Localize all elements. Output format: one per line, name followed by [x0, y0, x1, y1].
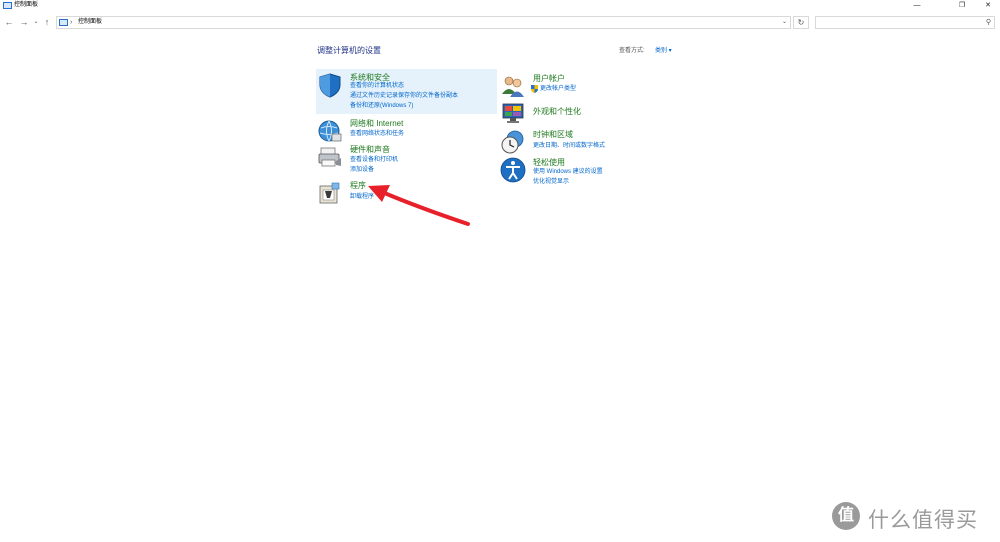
navigation-bar: ← → ⌄ ↑ › 控制面板 ⌄ ↻ ⚲ — [0, 13, 1000, 33]
close-button[interactable]: ✕ — [976, 0, 1000, 11]
control-panel-icon — [3, 2, 12, 9]
link-network-status[interactable]: 查看网络状态和任务 — [350, 130, 404, 138]
recent-locations-button[interactable]: ⌄ — [31, 16, 41, 28]
view-by-label: 查看方式: — [619, 48, 645, 54]
address-bar[interactable]: › 控制面板 ⌄ — [56, 16, 791, 29]
window-title: 控制面板 — [14, 2, 39, 8]
uac-shield-icon — [531, 85, 538, 93]
refresh-button[interactable]: ↻ — [793, 16, 809, 29]
breadcrumb-control-panel[interactable]: 控制面板 — [78, 17, 102, 28]
category-appearance-personalization[interactable]: 外观和个性化 — [500, 100, 680, 126]
watermark: 值 什么值得买 — [832, 500, 992, 534]
accessibility-icon — [500, 157, 526, 183]
back-button[interactable]: ← — [4, 16, 14, 28]
page-heading: 调整计算机的设置 — [317, 46, 381, 55]
link-backup-restore[interactable]: 备份和还原(Windows 7) — [350, 102, 413, 110]
annotation-arrow — [368, 185, 470, 226]
search-icon[interactable]: ⚲ — [986, 18, 991, 28]
category-user-accounts[interactable]: 用户帐户 更改帐户类型 — [500, 73, 680, 99]
category-title[interactable]: 网络和 Internet — [350, 118, 403, 129]
link-add-device[interactable]: 添加设备 — [350, 166, 374, 174]
search-input[interactable]: ⚲ — [815, 16, 995, 29]
category-network-internet[interactable]: 网络和 Internet 查看网络状态和任务 — [317, 118, 497, 144]
globe-network-icon — [318, 120, 342, 142]
control-panel-icon — [59, 19, 68, 26]
category-title[interactable]: 外观和个性化 — [533, 106, 581, 117]
clock-globe-icon — [501, 130, 524, 154]
link-recommended-settings[interactable]: 使用 Windows 建议的设置 — [533, 168, 603, 176]
minimize-button[interactable]: — — [905, 0, 929, 11]
printer-icon — [318, 147, 341, 167]
watermark-text: 什么值得买 — [868, 509, 978, 532]
restore-button[interactable]: ❐ — [950, 0, 974, 11]
forward-button[interactable]: → — [19, 16, 29, 28]
shield-icon — [319, 73, 341, 98]
link-file-history-backup[interactable]: 通过文件历史记录保存你的文件备份副本 — [350, 92, 458, 100]
category-title[interactable]: 硬件和声音 — [350, 144, 390, 155]
watermark-logo-icon: 值 — [832, 502, 860, 530]
category-clock-region[interactable]: 时钟和区域 更改日期、时间或数字格式 — [500, 129, 680, 155]
link-devices-printers[interactable]: 查看设备和打印机 — [350, 156, 398, 164]
title-bar: 控制面板 — ❐ ✕ — [0, 0, 1000, 12]
users-icon — [502, 76, 524, 97]
address-dropdown-button[interactable]: ⌄ — [782, 17, 787, 28]
category-title[interactable]: 时钟和区域 — [533, 129, 573, 140]
link-change-date-time[interactable]: 更改日期、时间或数字格式 — [533, 142, 605, 150]
programs-icon — [319, 182, 340, 204]
category-ease-of-access[interactable]: 轻松使用 使用 Windows 建议的设置 优化视觉显示 — [500, 157, 680, 187]
link-view-computer-status[interactable]: 查看你的计算机状态 — [350, 82, 404, 90]
up-button[interactable]: ↑ — [42, 16, 52, 28]
category-title[interactable]: 轻松使用 — [533, 157, 565, 168]
view-by-dropdown[interactable]: 类别 ▾ — [655, 45, 672, 54]
link-change-account-type[interactable]: 更改帐户类型 — [540, 85, 576, 93]
category-hardware-sound[interactable]: 硬件和声音 查看设备和打印机 添加设备 — [317, 144, 497, 174]
category-system-security[interactable]: 系统和安全 查看你的计算机状态 通过文件历史记录保存你的文件备份副本 备份和还原… — [317, 72, 497, 112]
breadcrumb-separator: › — [70, 19, 73, 26]
link-optimize-visual-display[interactable]: 优化视觉显示 — [533, 178, 569, 186]
monitor-icon — [502, 103, 524, 123]
category-title[interactable]: 用户帐户 — [533, 73, 565, 84]
